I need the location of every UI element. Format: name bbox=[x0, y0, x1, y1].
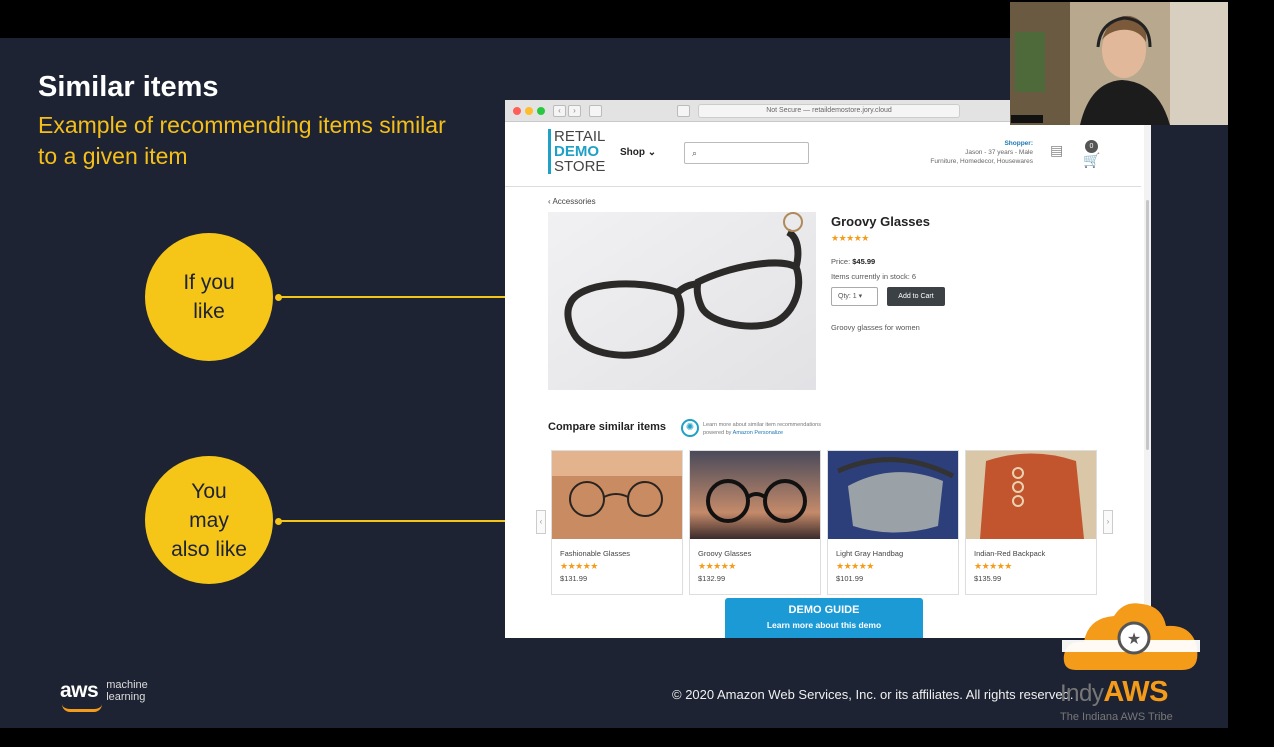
similar-item-card[interactable]: Indian-Red Backpack ★★★★★ $135.99 bbox=[965, 450, 1097, 595]
breadcrumb[interactable]: ‹ Accessories bbox=[548, 197, 596, 206]
learn-more-line: Learn more about similar item recommenda… bbox=[703, 422, 821, 428]
aws-logo-sub-line: machine bbox=[106, 679, 148, 691]
bubble-line: You bbox=[191, 479, 227, 503]
star-icon: ★★★★★ bbox=[698, 561, 736, 571]
shop-menu[interactable]: Shop ⌄ bbox=[620, 147, 656, 158]
indy-aws-cloud-icon: ★ bbox=[1062, 600, 1200, 670]
product-image bbox=[548, 212, 816, 390]
address-bar[interactable]: Not Secure — retaildemostore.jory.cloud bbox=[698, 104, 960, 118]
chat-icon[interactable]: ▤ bbox=[1050, 142, 1063, 159]
browser-window: ‹ › Not Secure — retaildemostore.jory.cl… bbox=[505, 100, 1151, 638]
price-value: $45.99 bbox=[852, 257, 876, 266]
star-icon: ★★★★★ bbox=[560, 561, 598, 571]
compare-section-title: Compare similar items bbox=[548, 421, 666, 433]
logo-line: RETAIL bbox=[554, 128, 606, 145]
chevron-left-icon[interactable]: ‹ bbox=[536, 510, 546, 534]
store-logo[interactable]: RETAIL DEMO STORE bbox=[548, 129, 605, 174]
price-label: Price: bbox=[831, 257, 851, 266]
indy-aws-tagline: The Indiana AWS Tribe bbox=[1060, 711, 1173, 723]
bubble-line: If you bbox=[183, 271, 235, 294]
quantity-select[interactable]: Qty: 1 ▾ bbox=[831, 287, 878, 306]
aws-logo-sub-line: learning bbox=[106, 691, 146, 703]
product-rating: ★★★★★ bbox=[831, 233, 869, 244]
svg-text:★: ★ bbox=[1127, 629, 1141, 648]
similar-item-price: $135.99 bbox=[974, 574, 1002, 583]
shopper-interests: Furniture, Homedecor, Housewares bbox=[930, 158, 1033, 165]
webcam-video bbox=[1010, 2, 1228, 125]
similar-item-price: $101.99 bbox=[836, 574, 864, 583]
indy-logo-prefix: Indy bbox=[1060, 680, 1104, 707]
bubble-line: like bbox=[193, 300, 225, 323]
back-button[interactable]: ‹ bbox=[553, 105, 566, 117]
slide: Similar items Example of recommending it… bbox=[0, 38, 1228, 728]
personalize-link[interactable]: Amazon Personalize bbox=[733, 430, 783, 436]
connector-line bbox=[279, 296, 539, 298]
forward-button[interactable]: › bbox=[568, 105, 581, 117]
learn-more-text: Learn more about similar item recommenda… bbox=[703, 421, 821, 437]
similar-item-price: $131.99 bbox=[560, 574, 588, 583]
bubble-line: may bbox=[189, 508, 229, 532]
logo-line: DEMO bbox=[554, 143, 599, 160]
demo-guide-button[interactable]: DEMO GUIDE Learn more about this demo bbox=[725, 598, 923, 638]
stock-count: Items currently in stock: 6 bbox=[831, 272, 917, 281]
similar-item-name: Fashionable Glasses bbox=[560, 549, 631, 558]
slide-subtitle: Example of recommending items similar to… bbox=[38, 112, 446, 169]
search-icon: ⌕ bbox=[692, 148, 698, 158]
similar-item-card[interactable]: Groovy Glasses ★★★★★ $132.99 bbox=[689, 450, 821, 595]
aws-logo-text: aws bbox=[60, 679, 99, 702]
aws-ml-logo: aws machine learning bbox=[60, 679, 148, 703]
slide-title: Similar items bbox=[38, 71, 219, 103]
shopper-label: Shopper: bbox=[1004, 140, 1033, 147]
personalize-icon: ✺ bbox=[681, 419, 699, 437]
cart-icon[interactable]: 🛒 bbox=[1083, 152, 1100, 169]
similar-item-card[interactable]: Light Gray Handbag ★★★★★ $101.99 bbox=[827, 450, 959, 595]
star-icon: ★★★★★ bbox=[831, 233, 869, 243]
similar-item-name: Indian-Red Backpack bbox=[974, 549, 1046, 558]
close-window-button[interactable] bbox=[513, 107, 521, 115]
demo-guide-title: DEMO GUIDE bbox=[788, 604, 860, 616]
product-title: Groovy Glasses bbox=[831, 214, 930, 229]
powered-by-label: powered by bbox=[703, 430, 732, 436]
product-description: Groovy glasses for women bbox=[831, 323, 920, 332]
similar-item-name: Light Gray Handbag bbox=[836, 549, 904, 558]
scrollbar-thumb[interactable] bbox=[1146, 200, 1149, 450]
star-icon: ★★★★★ bbox=[974, 561, 1012, 571]
search-input[interactable]: ⌕ bbox=[684, 142, 809, 164]
shopper-info[interactable]: Shopper: Jason - 37 years - Male Furnitu… bbox=[885, 139, 1033, 166]
product-price: Price: $45.99 bbox=[831, 257, 875, 266]
bubble-if-you-like: If you like bbox=[145, 233, 273, 361]
indy-aws-logo-text: IndyAWS bbox=[1060, 676, 1168, 709]
connector-line bbox=[279, 520, 534, 522]
maximize-window-button[interactable] bbox=[537, 107, 545, 115]
store-header: RETAIL DEMO STORE Shop ⌄ ⌕ Shopper: Jaso… bbox=[505, 122, 1141, 187]
similar-item-price: $132.99 bbox=[698, 574, 726, 583]
bubble-line: also like bbox=[171, 537, 247, 561]
aws-logo-sub: machine learning bbox=[106, 679, 148, 703]
logo-line: STORE bbox=[554, 158, 606, 175]
similar-item-name: Groovy Glasses bbox=[698, 549, 752, 558]
similar-item-image bbox=[828, 451, 958, 539]
star-icon: ★★★★★ bbox=[836, 561, 874, 571]
cart-count-badge: 0 bbox=[1085, 140, 1098, 153]
shopper-name: Jason - 37 years - Male bbox=[965, 149, 1033, 156]
aws-smile-icon bbox=[62, 704, 102, 712]
bubble-you-may-also-like: You may also like bbox=[145, 456, 273, 584]
similar-item-card[interactable]: Fashionable Glasses ★★★★★ $131.99 bbox=[551, 450, 683, 595]
indy-logo-main: AWS bbox=[1103, 676, 1168, 708]
chevron-right-icon[interactable]: › bbox=[1103, 510, 1113, 534]
similar-item-image bbox=[966, 451, 1096, 539]
privacy-icon[interactable] bbox=[677, 105, 690, 117]
demo-guide-subtitle: Learn more about this demo bbox=[766, 620, 882, 630]
copyright: © 2020 Amazon Web Services, Inc. or its … bbox=[672, 687, 1074, 702]
minimize-window-button[interactable] bbox=[525, 107, 533, 115]
sidebar-toggle-icon[interactable] bbox=[589, 105, 602, 117]
similar-item-image bbox=[690, 451, 820, 539]
similar-item-image bbox=[552, 451, 682, 539]
add-to-cart-button[interactable]: Add to Cart bbox=[887, 287, 945, 306]
